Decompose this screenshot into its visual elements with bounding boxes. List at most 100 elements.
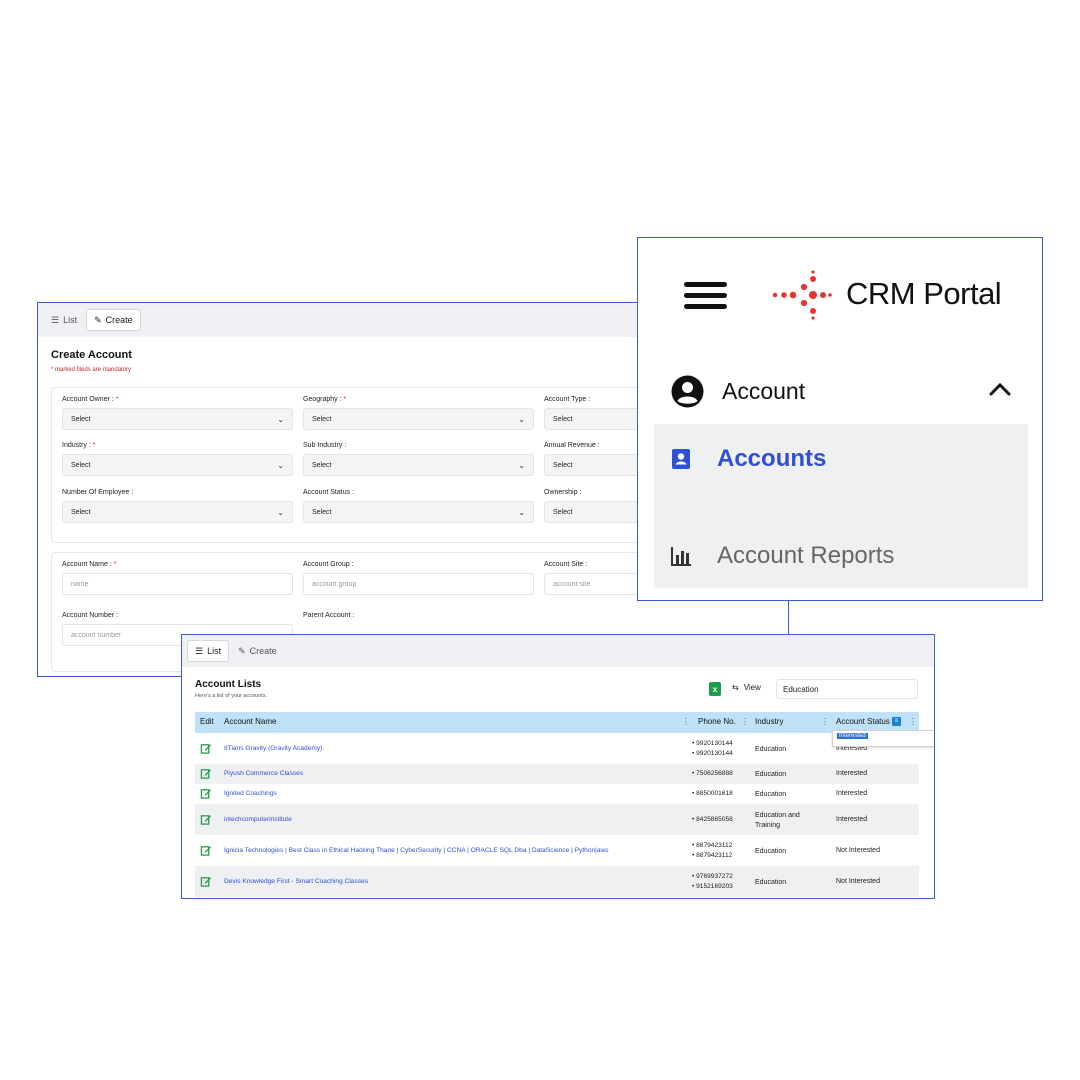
form-field: Account Name : * name [62, 561, 293, 595]
edit-icon[interactable] [200, 814, 212, 825]
account-name-link[interactable]: Ignited Coachings [224, 790, 277, 797]
account-name-link[interactable]: IITians Gravity (Gravity Academy) [224, 745, 322, 752]
list-subtitle: Here's a list of your accounts. [195, 693, 267, 699]
industry-cell: Education [755, 745, 787, 753]
status-filter-dropdown[interactable]: Interested [832, 730, 934, 747]
chevron-down-icon: ⌄ [518, 460, 525, 470]
user-circle-icon [671, 375, 704, 408]
account-name-link[interactable]: Devis Knowledge First - Smart Coaching C… [224, 878, 368, 885]
column-header-industry[interactable]: Industry [755, 717, 783, 726]
phone-list: • 9769937272 • 9152169203 [692, 872, 733, 892]
column-menu-icon[interactable]: ⋮ [821, 717, 829, 726]
form-field: Account Group : account group [303, 561, 534, 595]
edit-icon[interactable] [200, 876, 212, 887]
select-dropdown[interactable]: Select⌄ [62, 408, 293, 430]
tab-list[interactable]: ☰ List [187, 640, 230, 662]
list-title: Account Lists [195, 679, 262, 690]
field-label: Geography : * [303, 396, 347, 403]
sidebar-item-accounts[interactable]: Accounts [654, 438, 1028, 478]
select-dropdown[interactable]: Select⌄ [303, 408, 534, 430]
tab-create[interactable]: ✎ Create [86, 309, 141, 331]
industry-cell: Education and Training [755, 811, 800, 829]
edit-icon[interactable] [200, 845, 212, 856]
select-dropdown[interactable]: Select⌄ [62, 501, 293, 523]
column-menu-icon[interactable]: ⋮ [909, 717, 917, 726]
form-field: Geography : * Select ⌄ [303, 396, 534, 430]
account-menu-toggle[interactable]: Account [671, 373, 1011, 409]
contact-card-icon [672, 449, 690, 469]
phone-number: • 8425865058 [692, 815, 733, 823]
field-label: Account Number : [62, 612, 119, 619]
column-header-account-status-label: Account Status [836, 717, 890, 726]
field-label: Account Name : * [62, 561, 117, 568]
edit-icon[interactable] [200, 788, 212, 799]
sidebar-item-account-reports-label: Account Reports [717, 542, 895, 569]
table-row: IITians Gravity (Gravity Academy) • 99201… [195, 733, 919, 764]
tab-list[interactable]: ☰ List [44, 309, 84, 331]
list-icon: ☰ [51, 314, 60, 325]
status-filter-option[interactable]: Interested [837, 733, 868, 739]
view-button[interactable]: ⇆ View [732, 683, 761, 692]
edit-icon[interactable] [200, 743, 212, 754]
phone-list: • 8425865058 [692, 815, 733, 825]
table-row: intechcomputerinstitute • 8425865058 Educa… [195, 804, 919, 835]
column-header-edit: Edit [200, 717, 214, 726]
column-header-phone[interactable]: Phone No. [698, 717, 736, 726]
column-menu-icon[interactable]: ⋮ [682, 717, 690, 726]
industry-cell: Education [755, 791, 787, 798]
phone-number: • 9920130144 [692, 749, 733, 757]
status-cell: Interested [836, 770, 868, 777]
sliders-icon: ⇆ [732, 683, 739, 692]
text-input[interactable]: name [62, 573, 293, 595]
form-field: Account Owner : * Select ⌄ [62, 396, 293, 430]
phone-list: • 8879423112 • 8879423112 [692, 841, 732, 861]
page-title: Create Account [51, 349, 132, 361]
tab-list-label: List [207, 646, 222, 656]
tab-create-label: Create [249, 646, 277, 656]
select-dropdown[interactable]: Select⌄ [62, 454, 293, 476]
table-row: Piyush Commerce Classes • 7506256888 Educa… [195, 764, 919, 784]
chevron-down-icon: ⌄ [518, 507, 525, 517]
tab-create-label: Create [105, 315, 133, 325]
sidebar-item-account-reports[interactable]: Account Reports [654, 535, 1028, 575]
phone-number: • 9920130144 [692, 739, 733, 747]
account-name-link[interactable]: Piyush Commerce Classes [224, 770, 303, 777]
account-list-panel: ☰ List ✎ Create Account Lists Here's a l… [181, 634, 935, 899]
search-input[interactable]: Education [776, 679, 918, 699]
select-dropdown[interactable]: Select⌄ [303, 501, 534, 523]
list-icon: ☰ [195, 645, 204, 656]
chevron-down-icon: ⌄ [277, 460, 284, 470]
filter-icon[interactable]: ≡ [892, 717, 902, 727]
phone-number: • 8850001618 [692, 790, 733, 797]
excel-export-icon[interactable]: x [709, 682, 721, 696]
table-row: Ignicia Technologies | Best Class in Eth… [195, 835, 919, 866]
edit-icon[interactable] [200, 768, 212, 779]
crm-menu-panel: CRM Portal Account Accounts Account Repo… [637, 237, 1043, 601]
field-label: Account Status : [303, 489, 354, 496]
column-header-account-name[interactable]: Account Name [224, 717, 276, 726]
field-label: Parent Account : [303, 612, 355, 619]
status-cell: Not Interested [836, 846, 880, 854]
form-field: Account Status : Select ⌄ [303, 489, 534, 523]
account-submenu: Accounts Account Reports [654, 424, 1028, 588]
chevron-down-icon: ⌄ [277, 414, 284, 424]
phone-number: • 8879423112 [692, 841, 733, 849]
tab-create[interactable]: ✎ Create [231, 640, 284, 662]
sidebar-item-accounts-label: Accounts [717, 445, 827, 472]
column-menu-icon[interactable]: ⋮ [741, 717, 749, 726]
form-field: Sub Industry : Select ⌄ [303, 442, 534, 476]
phone-number: • 9152169203 [692, 882, 733, 890]
phone-number: • 9769937272 [692, 872, 733, 880]
column-header-account-status[interactable]: Account Status ≡ [836, 717, 902, 727]
table-header: Edit Account Name ⋮ Phone No. ⋮ Industry… [195, 712, 919, 733]
field-label: Sub Industry : [303, 442, 347, 449]
text-input[interactable]: account group [303, 573, 534, 595]
account-name-link[interactable]: intechcomputerinstitute [224, 816, 292, 823]
phone-number: • 8879423112 [692, 851, 733, 859]
field-label: Industry : * [62, 442, 96, 449]
list-tabbar: ☰ List ✎ Create [182, 635, 934, 667]
hamburger-menu-icon[interactable] [684, 282, 727, 310]
select-dropdown[interactable]: Select⌄ [303, 454, 534, 476]
account-name-link[interactable]: Ignicia Technologies | Best Class in Eth… [224, 847, 609, 854]
mandatory-note: * marked fileds are mandatory [51, 367, 132, 373]
